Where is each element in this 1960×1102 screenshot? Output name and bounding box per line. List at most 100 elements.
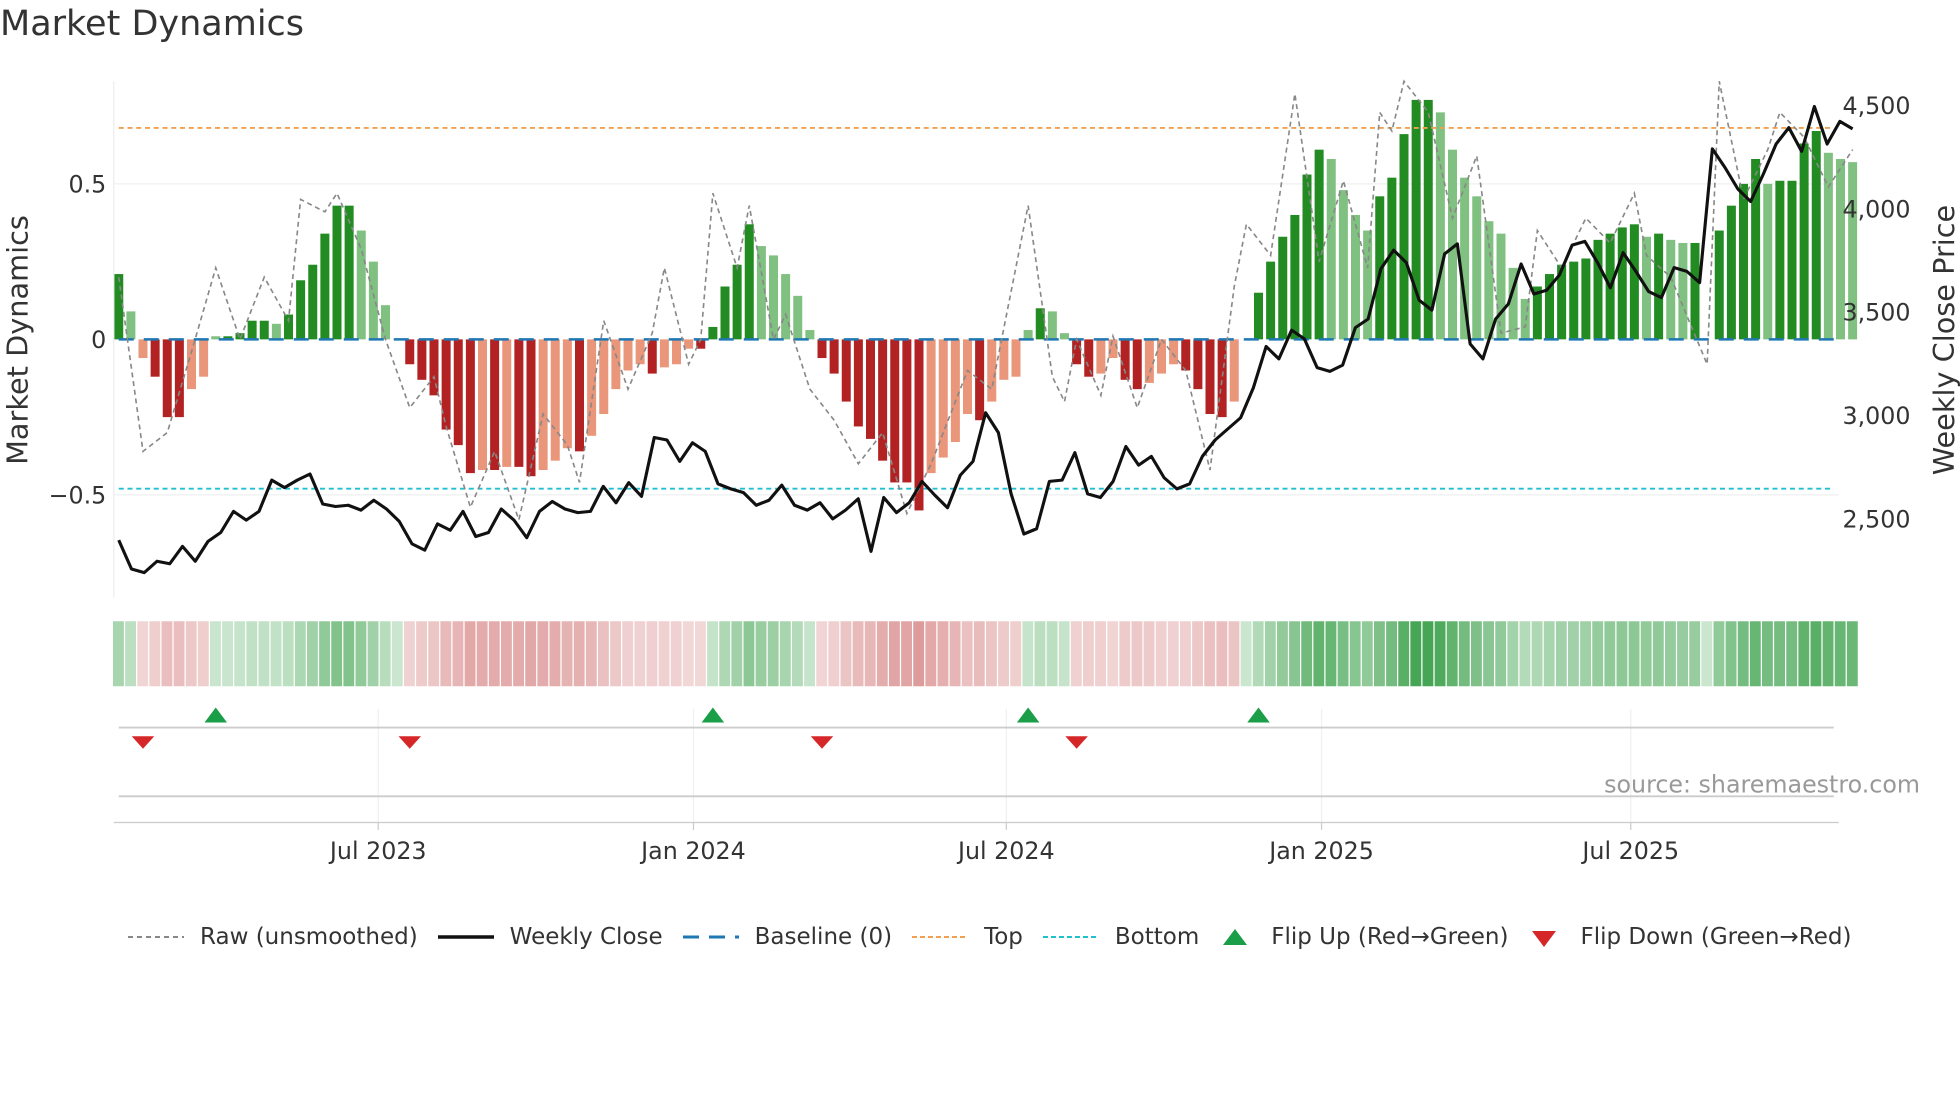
momentum-bar [926, 339, 936, 474]
x-tick-label: Jul 2025 [1580, 837, 1679, 865]
heat-strip-cell [1483, 621, 1494, 687]
flip-down-marker [1065, 736, 1088, 749]
momentum-bar [1629, 224, 1639, 340]
flip-up-marker [701, 707, 725, 723]
y-tick-left: 0 [91, 326, 106, 354]
flip-up-marker [1016, 707, 1040, 723]
momentum-bar [502, 339, 512, 467]
momentum-bar [1060, 333, 1069, 340]
momentum-bar [235, 333, 245, 340]
momentum-bar [1338, 190, 1348, 340]
heat-strip-cell [755, 621, 767, 687]
heat-strip-cell [792, 621, 803, 687]
momentum-bar [296, 280, 306, 340]
heat-strip-cell [549, 621, 561, 687]
y-tick-right: 3,000 [1843, 402, 1911, 430]
momentum-bar [1254, 292, 1263, 340]
heat-strip-cell [1264, 621, 1276, 687]
heat-strip-cell [767, 621, 779, 687]
heat-strip-cell [925, 621, 937, 687]
momentum-bar [599, 339, 609, 415]
heat-strip-cell [1555, 621, 1567, 687]
heat-strip-cell [901, 621, 913, 687]
heat-strip-cell [1495, 621, 1507, 687]
heat-strip-cell [1143, 621, 1155, 687]
momentum-bar [1108, 339, 1118, 359]
momentum-bar [114, 274, 124, 340]
momentum-bar [199, 339, 209, 377]
heat-strip-cell [1846, 621, 1858, 687]
momentum-bar [1593, 239, 1603, 340]
heat-strip-cell [416, 621, 427, 687]
heat-strip-cell [1277, 621, 1288, 687]
momentum-bar [950, 339, 960, 443]
heat-strip-cell [1689, 621, 1701, 687]
heat-strip-cell [743, 621, 755, 687]
momentum-bar [490, 339, 500, 470]
momentum-bar [853, 339, 863, 427]
momentum-bar [1472, 196, 1482, 340]
heat-strip-cell [113, 621, 124, 687]
heat-strip-cell [779, 621, 791, 687]
momentum-bar [781, 274, 791, 340]
y-tick-right: 4,000 [1843, 195, 1911, 223]
momentum-bar [1096, 339, 1106, 374]
momentum-bar [259, 320, 269, 340]
heat-strip-cell [634, 621, 646, 687]
legend-flipdown-icon [1532, 931, 1557, 947]
heat-strip-cell [1337, 621, 1349, 687]
heat-strip-cell [1822, 621, 1834, 687]
heat-strip-cell [355, 621, 367, 687]
momentum-bar [938, 339, 948, 458]
raw-line [117, 79, 1854, 523]
heat-strip-cell [1604, 621, 1616, 687]
heat-strip-cell [1107, 621, 1119, 687]
y-tick-left: −0.5 [49, 482, 107, 510]
heat-strip-cell [1774, 621, 1785, 687]
momentum-bar [1399, 134, 1409, 340]
momentum-bar [623, 339, 633, 371]
heat-strip-cell [1434, 621, 1446, 687]
heat-strip-cell [197, 621, 209, 687]
legend-item-close: Weekly Close [437, 924, 663, 950]
legend-label: Flip Down (Green→Red) [1580, 924, 1852, 950]
heat-strip-cell [937, 621, 949, 687]
momentum-bar [332, 205, 342, 340]
momentum-bar [441, 339, 451, 430]
y-tick-right: 4,500 [1843, 92, 1911, 120]
source-label: source: sharemaestro.com [1604, 771, 1920, 799]
legend-label: Baseline (0) [754, 924, 893, 950]
momentum-bar [635, 339, 645, 365]
y-tick-right: 2,500 [1843, 506, 1911, 534]
momentum-bar [344, 205, 354, 340]
heat-strip-cell [270, 621, 282, 687]
momentum-bar [1302, 174, 1312, 340]
heat-strip-cell [864, 621, 876, 687]
heat-strip-cell [1531, 621, 1543, 687]
momentum-bar [478, 339, 487, 470]
heat-strip-cell [1580, 621, 1591, 687]
momentum-bar [247, 320, 257, 340]
momentum-bar [1678, 242, 1688, 340]
heat-strip-cell [1155, 621, 1167, 687]
momentum-bar [174, 339, 184, 418]
legend-item-baseline: Baseline (0) [682, 924, 893, 950]
momentum-bar [684, 339, 694, 349]
x-tick-label: Jan 2024 [639, 837, 746, 865]
momentum-bar [150, 339, 160, 377]
momentum-bar [1132, 339, 1142, 390]
momentum-bar [1520, 298, 1530, 340]
momentum-bar [1205, 339, 1215, 415]
momentum-bar [1411, 99, 1421, 340]
momentum-bar [271, 323, 281, 340]
heat-strip [113, 621, 1858, 687]
legend-item-flipup: Flip Up (Red→Green) [1219, 924, 1508, 950]
heat-strip-cell [1616, 621, 1628, 687]
heat-strip-cell [343, 621, 355, 687]
heat-strip-cell [428, 621, 440, 687]
momentum-bar [999, 339, 1009, 380]
heat-strip-cell [246, 621, 258, 687]
momentum-bar [1181, 339, 1191, 371]
heat-strip-cell [452, 621, 464, 687]
momentum-bar [1690, 242, 1700, 340]
